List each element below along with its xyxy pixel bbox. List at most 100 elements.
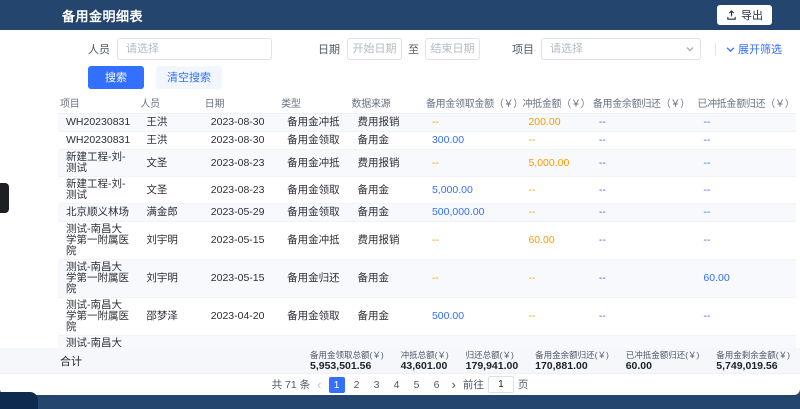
cell: 北京顺义林场	[58, 204, 138, 222]
summary-item: 已冲抵金额归还(￥)60.00	[626, 350, 700, 372]
cell: 邵梦泽	[138, 336, 202, 349]
amount-cell: --	[695, 132, 796, 150]
amount-cell[interactable]: 5,000.00	[424, 177, 521, 204]
goto-suffix: 页	[518, 377, 529, 392]
amount-cell: --	[591, 150, 696, 177]
table-header-row: 项目人员日期类型数据来源备用金领取金额（￥）冲抵金额（￥）备用金余额归还（￥）已…	[58, 92, 796, 114]
amount-cell[interactable]: 100.00	[591, 336, 696, 349]
cell: 王洪	[138, 114, 202, 132]
date-separator: 至	[408, 41, 419, 57]
amount-cell: --	[695, 150, 796, 177]
date-end-input[interactable]	[425, 38, 480, 60]
page-button[interactable]: 4	[389, 377, 405, 393]
cell: 邵梦泽	[138, 298, 202, 336]
amount-cell: --	[695, 204, 796, 222]
page-button[interactable]: 3	[369, 377, 385, 393]
clear-search-button[interactable]: 清空搜索	[156, 66, 222, 89]
cell: 文圣	[138, 177, 202, 204]
amount-cell: --	[591, 260, 696, 298]
amount-cell: --	[520, 298, 590, 336]
summary-item: 备用金余额归还(￥)170,881.00	[535, 350, 609, 372]
summary-item: 归还总额(￥)179,941.00	[466, 350, 519, 372]
project-filter-group: 项目	[512, 38, 701, 60]
amount-cell[interactable]: 5,000.00	[520, 150, 590, 177]
page-button[interactable]: 5	[409, 377, 425, 393]
cell: 新建工程-刘-测试	[58, 150, 138, 177]
amount-cell: --	[591, 114, 696, 132]
amount-cell[interactable]: 200.00	[520, 114, 590, 132]
search-button[interactable]: 搜索	[88, 66, 144, 89]
amount-cell: --	[695, 298, 796, 336]
column-header: 项目	[58, 92, 138, 114]
cell: 新建工程-刘-测试	[58, 177, 138, 204]
table-row: 测试-南昌大学第一附属医院刘宇明2023-05-15备用金归还备用金------…	[58, 260, 796, 298]
export-button[interactable]: 导出	[717, 5, 772, 25]
table-row: 新建工程-刘-测试文圣2023-08-23备用金冲抵费用报销--5,000.00…	[58, 150, 796, 177]
date-start-input[interactable]	[347, 38, 402, 60]
summary-item: 备用金领取总额(￥)5,953,501.56	[310, 350, 384, 372]
total-count: 共 71 条	[272, 377, 311, 392]
page-list: 123456	[329, 377, 445, 393]
column-header: 已冲抵金额归还（￥）	[695, 92, 796, 114]
project-select[interactable]	[541, 38, 701, 60]
amount-cell: --	[520, 204, 590, 222]
action-bar: 搜索 清空搜索	[0, 60, 800, 90]
page-button[interactable]: 1	[329, 377, 345, 393]
amount-cell: --	[520, 177, 590, 204]
amount-cell: --	[520, 132, 590, 150]
cell: 备用金	[350, 336, 424, 349]
cell: 2023-05-15	[203, 260, 279, 298]
project-select-input[interactable]	[541, 38, 701, 60]
amount-cell[interactable]: 500,000.00	[424, 204, 521, 222]
next-page-icon[interactable]: ›	[452, 377, 456, 393]
table-row: WH20230831王洪2023-08-30备用金领取备用金300.00----…	[58, 132, 796, 150]
side-drawer-handle[interactable]	[0, 183, 9, 213]
amount-cell: --	[424, 114, 521, 132]
page-button[interactable]: 6	[429, 377, 445, 393]
summary-item: 冲抵总额(￥)43,601.00	[401, 350, 449, 372]
expand-filter-link[interactable]: 展开筛选	[726, 41, 782, 57]
data-table: 项目人员日期类型数据来源备用金领取金额（￥）冲抵金额（￥）备用金余额归还（￥）已…	[58, 92, 796, 348]
summary-item: 备用金剩余金额(￥)5,749,019.56	[716, 350, 790, 372]
cell: 测试-南昌大学第一附属医院	[58, 260, 138, 298]
cell: 备用金领取	[279, 298, 349, 336]
cell: 备用金领取	[279, 204, 349, 222]
goto-page: 前往 页	[463, 376, 529, 393]
cell: 备用金	[350, 260, 424, 298]
cell: 2023-08-30	[203, 132, 279, 150]
amount-cell[interactable]: 60.00	[695, 260, 796, 298]
table-row: 北京顺义林场满金郎2023-05-29备用金领取备用金500,000.00---…	[58, 204, 796, 222]
amount-cell: --	[591, 222, 696, 260]
export-label: 导出	[741, 7, 763, 23]
person-filter-label: 人员	[88, 41, 110, 57]
cell: 满金郎	[138, 204, 202, 222]
column-header: 备用金余额归还（￥）	[591, 92, 696, 114]
summary-row: 合计 备用金领取总额(￥)5,953,501.56 冲抵总额(￥)43,601.0…	[0, 348, 800, 374]
column-header: 冲抵金额（￥）	[520, 92, 590, 114]
amount-cell: --	[520, 260, 590, 298]
cell: WH20230831	[58, 114, 138, 132]
project-filter-label: 项目	[512, 41, 534, 57]
goto-page-input[interactable]	[488, 376, 514, 393]
amount-cell[interactable]: 300.00	[424, 132, 521, 150]
filter-bar: 人员 日期 至 项目 展开筛选	[0, 30, 800, 60]
amount-cell[interactable]: 0.00	[695, 336, 796, 349]
amount-cell[interactable]: 500.00	[424, 298, 521, 336]
table-container: 项目人员日期类型数据来源备用金领取金额（￥）冲抵金额（￥）备用金余额归还（￥）已…	[0, 90, 800, 348]
page-button[interactable]: 2	[349, 377, 365, 393]
cell: 备用金	[350, 204, 424, 222]
summary-total-label: 合计	[0, 353, 310, 369]
cell: 备用金归还	[279, 336, 349, 349]
table-row: 测试-南昌大学第一附属医院邵梦泽2023-04-20备用金领取备用金500.00…	[58, 298, 796, 336]
table-row: 新建工程-刘-测试文圣2023-08-23备用金领取备用金5,000.00---…	[58, 177, 796, 204]
person-filter-input[interactable]	[117, 38, 272, 60]
amount-cell: --	[424, 222, 521, 260]
amount-cell[interactable]: 60.00	[520, 222, 590, 260]
amount-cell: --	[424, 150, 521, 177]
prev-page-icon[interactable]: ‹	[317, 377, 321, 393]
goto-label: 前往	[463, 377, 484, 392]
column-header: 备用金领取金额（￥）	[424, 92, 521, 114]
table-row: WH20230831王洪2023-08-30备用金冲抵费用报销--200.00-…	[58, 114, 796, 132]
export-icon	[726, 10, 737, 21]
date-filter-label: 日期	[318, 41, 340, 57]
